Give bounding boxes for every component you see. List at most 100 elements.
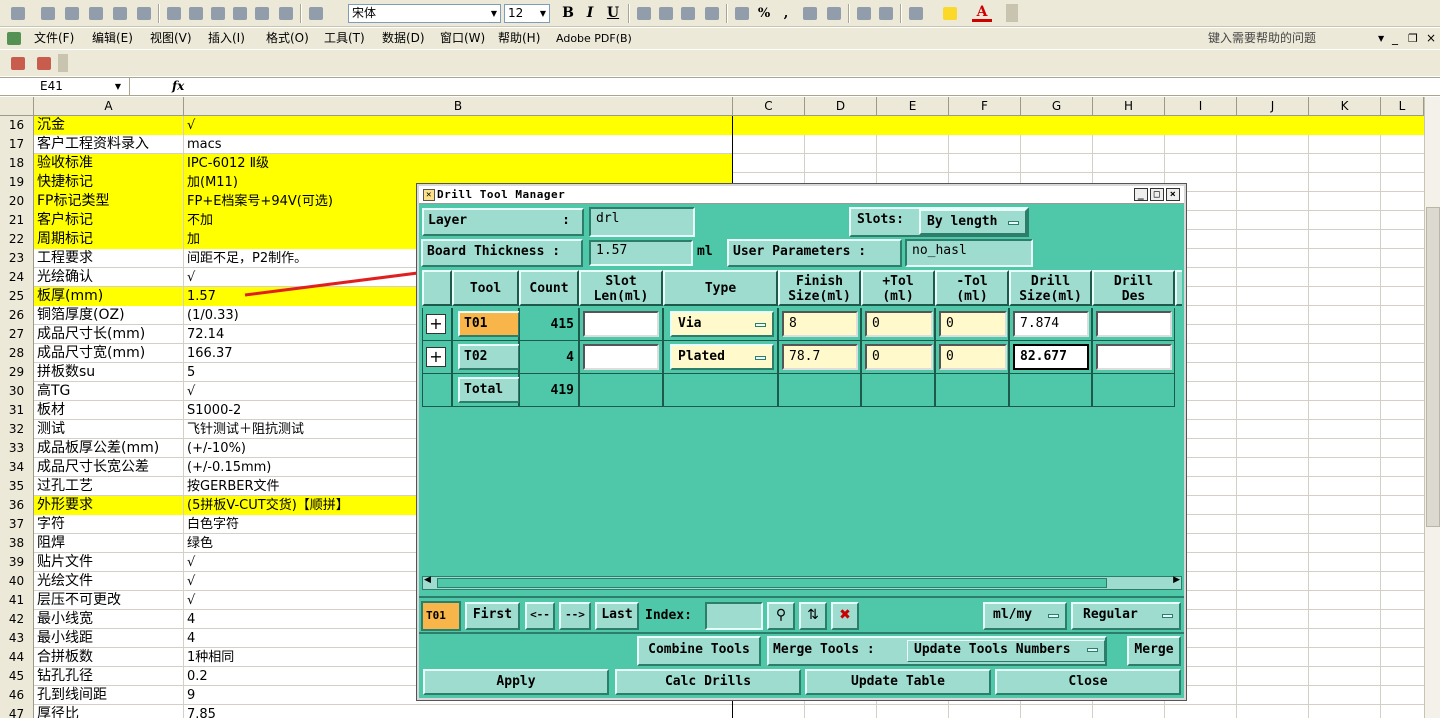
row-header[interactable]: 23 [0,249,34,268]
menu-window[interactable]: 窗口(W) [440,30,485,47]
units-select[interactable]: ml/my [983,602,1067,630]
toolbar-options-icon[interactable] [58,54,68,72]
column-header[interactable]: F [949,97,1021,116]
bulb-icon[interactable]: ⚲ [767,602,795,630]
scroll-thumb[interactable] [437,578,1107,588]
drill-size-input[interactable]: 82.677 [1013,344,1089,370]
cell-a[interactable]: 快捷标记 [34,173,184,192]
row-header[interactable]: 45 [0,667,34,686]
menu-adobe-pdf[interactable]: Adobe PDF(B) [556,30,632,47]
drill-des-input[interactable] [1096,344,1172,370]
empty-cells[interactable] [733,705,1424,718]
font-color-button[interactable]: A [972,4,992,22]
cell-a[interactable]: 阻焊 [34,534,184,553]
chevron-down-icon[interactable]: ▼ [115,78,121,95]
help-search-input[interactable]: 键入需要帮助的问题 [1208,30,1388,48]
column-header[interactable]: D [805,97,877,116]
minus-tol-input[interactable]: 0 [939,311,1007,337]
pdf-mail-icon[interactable] [34,54,52,72]
toolbar-icon[interactable] [306,4,324,22]
row-header[interactable]: 41 [0,591,34,610]
menu-insert[interactable]: 插入(I) [208,30,245,47]
scroll-right-icon[interactable]: ▶ [1173,575,1180,585]
currency-icon[interactable] [732,4,750,22]
swap-icon[interactable]: ⇅ [799,602,827,630]
cell-a[interactable]: 沉金 [34,116,184,135]
drill-des-input[interactable] [1096,311,1172,337]
cell-a[interactable]: 成品尺寸长(mm) [34,325,184,344]
cell-a[interactable]: 字符 [34,515,184,534]
cell-a[interactable]: 光绘文件 [34,572,184,591]
expand-icon[interactable]: + [426,314,446,334]
slots-select[interactable]: By length [919,209,1027,235]
empty-cells[interactable] [733,135,1424,154]
row-header[interactable]: 19 [0,173,34,192]
row-header[interactable]: 43 [0,629,34,648]
cell-a[interactable]: 验收标准 [34,154,184,173]
select-all-corner[interactable] [0,97,34,116]
row-header[interactable]: 17 [0,135,34,154]
cell-a[interactable]: 过孔工艺 [34,477,184,496]
align-left-icon[interactable] [634,4,652,22]
row-header[interactable]: 31 [0,401,34,420]
row-header[interactable]: 27 [0,325,34,344]
column-header[interactable]: K [1309,97,1381,116]
cell-a[interactable]: FP标记类型 [34,192,184,211]
menu-format[interactable]: 格式(O) [266,30,309,47]
comma-button[interactable]: , [776,4,796,23]
align-center-icon[interactable] [656,4,674,22]
row-header[interactable]: 21 [0,211,34,230]
excel-app-icon[interactable] [4,29,22,47]
toolbar-icon[interactable] [276,4,294,22]
menu-file[interactable]: 文件(F) [34,30,74,47]
cell-a[interactable]: 高TG [34,382,184,401]
cell-a[interactable]: 客户标记 [34,211,184,230]
scroll-left-icon[interactable]: ◀ [424,575,431,585]
cell-b[interactable]: IPC-6012 Ⅱ级 [184,154,733,173]
empty-cells[interactable] [733,116,1424,135]
toolbar-icon[interactable] [134,4,152,22]
cell-a[interactable]: 成品板厚公差(mm) [34,439,184,458]
bold-button[interactable]: B [558,4,578,23]
cell-b[interactable]: macs [184,135,733,154]
update-tools-numbers-select[interactable]: Update Tools Numbers [907,640,1105,662]
cell-a[interactable]: 贴片文件 [34,553,184,572]
decrease-decimal-icon[interactable] [824,4,842,22]
borders-icon[interactable] [906,4,924,22]
apply-button[interactable]: Apply [423,669,609,695]
toolbar-icon[interactable] [208,4,226,22]
close-button[interactable]: Close [995,669,1181,695]
row-header[interactable]: 18 [0,154,34,173]
row-header[interactable]: 30 [0,382,34,401]
column-header[interactable]: A [34,97,184,116]
slot-length-input[interactable] [583,311,659,337]
maximize-icon[interactable]: □ [1150,188,1164,201]
row-header[interactable]: 40 [0,572,34,591]
empty-cells[interactable] [733,154,1424,173]
align-right-icon[interactable] [678,4,696,22]
row-header[interactable]: 34 [0,458,34,477]
calc-drills-button[interactable]: Calc Drills [615,669,801,695]
menu-data[interactable]: 数据(D) [382,30,425,47]
function-icon[interactable]: fx [172,78,184,95]
plus-tol-input[interactable]: 0 [865,311,933,337]
layer-field[interactable]: drl [589,207,695,237]
toolbar-options-icon[interactable] [1006,4,1018,22]
row-header[interactable]: 44 [0,648,34,667]
cell-a[interactable]: 板厚(mm) [34,287,184,306]
cell-a[interactable]: 客户工程资料录入 [34,135,184,154]
toolbar-icon[interactable] [230,4,248,22]
cell-a[interactable]: 光绘确认 [34,268,184,287]
menu-tools[interactable]: 工具(T) [324,30,365,47]
chevron-down-icon[interactable]: ▼ [488,5,500,22]
cell-a[interactable]: 外形要求 [34,496,184,515]
prev-button[interactable]: <-- [525,602,555,630]
user-parameters-field[interactable]: no_hasl [905,239,1033,267]
column-header[interactable]: E [877,97,949,116]
dialog-title-bar[interactable]: ✕ Drill Tool Manager _ □ × [419,186,1184,204]
toolbar-icon[interactable] [62,4,80,22]
row-header[interactable]: 26 [0,306,34,325]
underline-button[interactable]: U [603,4,623,23]
minimize-icon[interactable]: _ [1392,30,1398,47]
increase-decimal-icon[interactable] [800,4,818,22]
